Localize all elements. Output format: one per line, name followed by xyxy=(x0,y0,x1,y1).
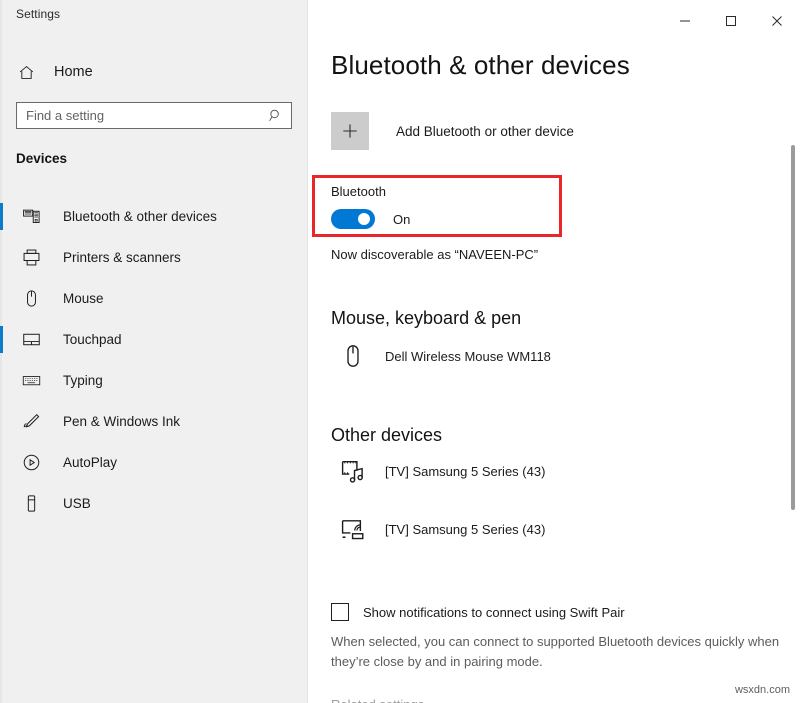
usb-icon xyxy=(20,493,42,515)
bluetooth-toggle-state: On xyxy=(393,212,410,227)
sidebar-item-usb[interactable]: USB xyxy=(0,483,308,524)
device-name: [TV] Samsung 5 Series (43) xyxy=(385,464,545,479)
selection-accent-bar xyxy=(0,490,3,517)
bluetooth-toggle[interactable] xyxy=(331,209,375,229)
sidebar-group-label: Devices xyxy=(16,151,67,166)
sidebar-nav: Bluetooth & other devices Printers & sca… xyxy=(0,196,308,524)
watermark: wsxdn.com xyxy=(735,684,790,696)
bluetooth-toggle-row[interactable]: On xyxy=(331,209,410,229)
clipped-bottom-text: Related settings xyxy=(331,697,424,703)
page-title: Bluetooth & other devices xyxy=(331,50,630,81)
swift-pair-checkbox-row[interactable]: Show notifications to connect using Swif… xyxy=(331,603,625,621)
list-item[interactable]: Dell Wireless Mouse WM118 xyxy=(337,340,551,372)
add-bluetooth-device-label: Add Bluetooth or other device xyxy=(396,124,574,139)
window-controls xyxy=(650,6,800,36)
cast-display-icon xyxy=(337,513,369,545)
search-box[interactable] xyxy=(16,102,292,129)
sidebar-item-mouse[interactable]: Mouse xyxy=(0,278,308,319)
sidebar-item-pen-windows-ink[interactable]: Pen & Windows Ink xyxy=(0,401,308,442)
sidebar-item-home-label: Home xyxy=(54,64,93,80)
app-title: Settings xyxy=(16,7,60,21)
sidebar-item-printers-scanners[interactable]: Printers & scanners xyxy=(0,237,308,278)
list-item[interactable]: [TV] Samsung 5 Series (43) xyxy=(337,455,545,487)
section-heading-mouse-keyboard-pen: Mouse, keyboard & pen xyxy=(331,308,521,329)
mouse-device-icon xyxy=(337,340,369,372)
keyboard-icon xyxy=(20,370,42,392)
list-item[interactable]: [TV] Samsung 5 Series (43) xyxy=(337,513,545,545)
autoplay-icon xyxy=(20,452,42,474)
sidebar-item-bluetooth-other-devices-label: Bluetooth & other devices xyxy=(63,209,217,224)
device-name: [TV] Samsung 5 Series (43) xyxy=(385,522,545,537)
sidebar-item-touchpad-label: Touchpad xyxy=(63,332,122,347)
sidebar-item-autoplay-label: AutoPlay xyxy=(63,455,117,470)
section-heading-other-devices: Other devices xyxy=(331,425,442,446)
media-device-icon xyxy=(337,455,369,487)
search-icon[interactable] xyxy=(263,108,291,123)
sidebar-item-typing[interactable]: Typing xyxy=(0,360,308,401)
maximize-icon[interactable] xyxy=(708,6,754,36)
close-icon[interactable] xyxy=(754,6,800,36)
sidebar-item-printers-scanners-label: Printers & scanners xyxy=(63,250,181,265)
selection-accent-bar xyxy=(0,449,3,476)
swift-pair-label: Show notifications to connect using Swif… xyxy=(363,605,625,620)
sidebar-item-bluetooth-other-devices[interactable]: Bluetooth & other devices xyxy=(0,196,308,237)
selection-accent-bar xyxy=(0,367,3,394)
toggle-knob xyxy=(358,213,370,225)
selection-accent-bar xyxy=(0,244,3,271)
home-icon xyxy=(16,62,36,82)
selection-accent-bar xyxy=(0,285,3,312)
sidebar: Settings Home Devices xyxy=(0,0,308,703)
sidebar-item-usb-label: USB xyxy=(63,496,91,511)
swift-pair-checkbox[interactable] xyxy=(331,603,349,621)
settings-window: Settings Home Devices xyxy=(0,0,800,703)
selection-accent-bar xyxy=(0,408,3,435)
scrollbar-thumb[interactable] xyxy=(791,145,795,510)
sidebar-item-typing-label: Typing xyxy=(63,373,103,388)
add-bluetooth-device-button[interactable]: Add Bluetooth or other device xyxy=(331,112,574,150)
sidebar-item-touchpad[interactable]: Touchpad xyxy=(0,319,308,360)
content-scrollbar[interactable] xyxy=(788,40,800,703)
touchpad-icon xyxy=(20,329,42,351)
device-name: Dell Wireless Mouse WM118 xyxy=(385,349,551,364)
sidebar-item-home[interactable]: Home xyxy=(6,56,296,88)
swift-pair-description: When selected, you can connect to suppor… xyxy=(331,632,781,672)
printer-icon xyxy=(20,247,42,269)
pen-icon xyxy=(20,411,42,433)
plus-icon xyxy=(331,112,369,150)
content-pane: Bluetooth & other devices Add Bluetooth … xyxy=(309,0,800,703)
sidebar-item-pen-windows-ink-label: Pen & Windows Ink xyxy=(63,414,180,429)
selection-accent-bar xyxy=(0,326,3,353)
bluetooth-devices-icon xyxy=(20,206,42,228)
bluetooth-label: Bluetooth xyxy=(331,184,386,199)
sidebar-item-mouse-label: Mouse xyxy=(63,291,104,306)
search-input[interactable] xyxy=(17,103,263,128)
discoverable-status: Now discoverable as “NAVEEN-PC” xyxy=(331,247,538,262)
mouse-icon xyxy=(20,288,42,310)
selection-accent-bar xyxy=(0,203,3,230)
sidebar-item-autoplay[interactable]: AutoPlay xyxy=(0,442,308,483)
minimize-icon[interactable] xyxy=(662,6,708,36)
